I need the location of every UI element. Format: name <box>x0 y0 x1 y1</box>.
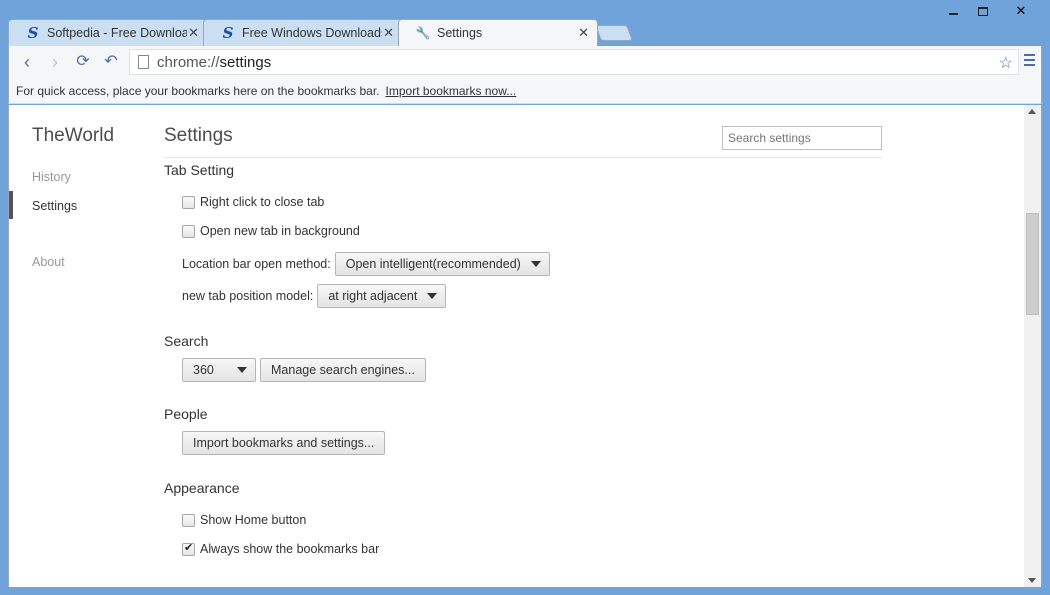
softpedia-icon: S <box>27 24 39 42</box>
manage-search-engines-button[interactable]: Manage search engines... <box>260 358 426 382</box>
scroll-thumb[interactable] <box>1026 213 1039 315</box>
back-arrow-icon: ‹ <box>24 52 30 72</box>
scroll-up-icon[interactable] <box>1028 109 1036 114</box>
show-home-checkbox[interactable] <box>182 513 195 527</box>
position-model-label: new tab position model: <box>182 289 314 303</box>
search-engine-select[interactable]: 360 <box>182 358 256 382</box>
title-bar: ✕ S Softpedia - Free Download ✕ S Free W… <box>0 0 1050 46</box>
new-tab-button[interactable] <box>595 25 633 41</box>
sidebar: TheWorld History Settings About <box>9 105 149 587</box>
import-bookmarks-settings-button[interactable]: Import bookmarks and settings... <box>182 431 386 455</box>
right-click-close-checkbox[interactable] <box>182 195 195 209</box>
tab-title: Settings <box>437 26 483 40</box>
page-content: TheWorld History Settings About Settings… <box>8 105 1042 587</box>
close-icon: ✕ <box>1015 3 1027 18</box>
maximize-icon <box>978 6 988 16</box>
url-path: settings <box>219 54 272 71</box>
address-bar[interactable]: chrome://settings ☆ <box>129 49 1019 75</box>
section-title-appearance: Appearance <box>164 480 240 496</box>
toolbar: ‹ › ⟳ ↶ chrome://settings ☆ <box>8 46 1042 78</box>
url-text: chrome://settings <box>157 54 271 71</box>
section-title-search: Search <box>164 333 209 349</box>
reload-button[interactable]: ⟳ <box>73 52 93 72</box>
softpedia-icon: S <box>222 24 234 42</box>
back-button[interactable]: ‹ <box>17 52 37 72</box>
star-icon[interactable]: ☆ <box>999 53 1013 73</box>
sidebar-item-history[interactable]: History <box>32 170 71 184</box>
bookmarks-bar-message: For quick access, place your bookmarks h… <box>16 84 380 98</box>
undo-icon: ↶ <box>104 53 118 70</box>
show-home-label: Show Home button <box>200 513 307 527</box>
position-model-value: at right adjacent <box>328 289 418 303</box>
right-click-close-label: Right click to close tab <box>200 195 325 209</box>
open-background-checkbox[interactable] <box>182 224 195 238</box>
open-background-option[interactable]: Open new tab in background <box>182 224 360 238</box>
forward-button[interactable]: › <box>45 52 65 72</box>
chevron-down-icon <box>237 367 247 373</box>
tab-softpedia[interactable]: S Softpedia - Free Download ✕ <box>8 19 208 46</box>
settings-main: Settings Tab Setting Right click to clos… <box>164 105 884 587</box>
minimize-button[interactable] <box>938 0 968 22</box>
open-background-label: Open new tab in background <box>200 224 360 238</box>
search-engine-value: 360 <box>193 363 214 377</box>
search-engine-row: 360 <box>182 358 256 382</box>
chevron-down-icon <box>530 261 541 267</box>
vertical-scrollbar[interactable] <box>1024 105 1041 587</box>
sidebar-item-about[interactable]: About <box>32 255 65 269</box>
brand-title: TheWorld <box>32 125 115 146</box>
url-scheme: chrome:// <box>157 54 220 71</box>
sidebar-item-settings[interactable]: Settings <box>32 199 77 213</box>
section-title-people: People <box>164 406 208 422</box>
maximize-button[interactable] <box>968 0 998 22</box>
tab-close-icon[interactable]: ✕ <box>383 25 394 41</box>
tab-title: Softpedia - Free Download <box>47 26 187 40</box>
menu-icon[interactable] <box>1024 54 1035 69</box>
tab-title: Free Windows Downloads <box>242 26 382 40</box>
chevron-down-icon <box>427 293 438 299</box>
active-nav-marker <box>9 191 13 219</box>
close-window-button[interactable]: ✕ <box>998 0 1044 22</box>
always-bookmarks-option[interactable]: Always show the bookmarks bar <box>182 541 380 556</box>
show-home-option[interactable]: Show Home button <box>182 513 306 527</box>
divider <box>164 157 882 158</box>
scroll-down-icon[interactable] <box>1028 578 1036 583</box>
page-icon <box>138 55 149 69</box>
section-title-tab-setting: Tab Setting <box>164 162 235 178</box>
browser-window: ✕ S Softpedia - Free Download ✕ S Free W… <box>0 0 1050 595</box>
search-settings-input[interactable] <box>722 126 882 150</box>
location-method-label: Location bar open method: <box>182 257 331 271</box>
import-bookmarks-link[interactable]: Import bookmarks now... <box>386 84 517 98</box>
wrench-icon: 🔧 <box>415 26 431 40</box>
location-method-value: Open intelligent(recommended) <box>345 257 521 271</box>
tab-free-windows-downloads[interactable]: S Free Windows Downloads ✕ <box>203 19 403 46</box>
always-bookmarks-label: Always show the bookmarks bar <box>200 542 380 556</box>
forward-arrow-icon: › <box>52 52 58 72</box>
window-controls: ✕ <box>938 0 1044 24</box>
reload-icon: ⟳ <box>76 53 90 70</box>
bookmarks-bar: For quick access, place your bookmarks h… <box>8 78 1042 104</box>
tab-settings[interactable]: 🔧 Settings ✕ <box>398 19 598 46</box>
new-tab-position-row: new tab position model: at right adjacen… <box>182 284 447 308</box>
minimize-icon <box>948 13 958 15</box>
right-click-close-tab-option[interactable]: Right click to close tab <box>182 195 324 209</box>
always-bookmarks-checkbox[interactable] <box>182 541 195 556</box>
tab-close-icon[interactable]: ✕ <box>578 25 589 41</box>
location-bar-method-row: Location bar open method: Open intellige… <box>182 252 550 276</box>
tab-close-icon[interactable]: ✕ <box>188 25 199 41</box>
position-model-select[interactable]: at right adjacent <box>317 284 447 308</box>
window-bottom-border <box>8 587 1042 595</box>
location-method-select[interactable]: Open intelligent(recommended) <box>334 252 550 276</box>
page-title: Settings <box>164 125 233 146</box>
undo-close-tab-button[interactable]: ↶ <box>101 52 121 72</box>
